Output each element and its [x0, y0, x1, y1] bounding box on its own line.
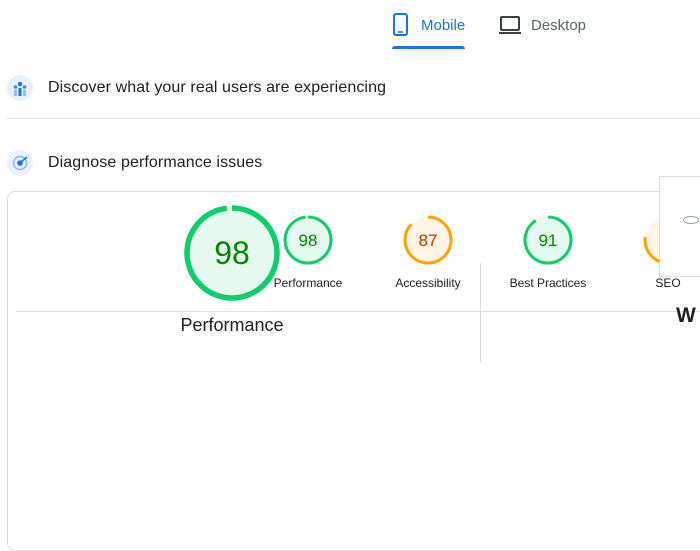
section-lab-data: Diagnose performance issues: [7, 150, 262, 176]
phone-icon: [393, 13, 408, 36]
tab-mobile[interactable]: Mobile: [390, 0, 466, 50]
users-chart-icon: [7, 75, 33, 101]
thumbnail-divider: [659, 276, 700, 277]
tab-mobile-label: Mobile: [421, 16, 466, 34]
score-label: Best Practices: [509, 276, 587, 290]
gauges-divider: [16, 311, 700, 312]
gauge-ring: 87: [403, 215, 453, 265]
page-screenshot-thumbnail[interactable]: [659, 176, 700, 277]
score-label: SEO: [655, 276, 681, 290]
main-performance-gauge: 98 Performance: [172, 203, 292, 336]
report-card: 98 Performance 87 Accessibility 91 Best …: [7, 191, 700, 551]
score-value: 98: [299, 231, 318, 250]
thumbnail-heading: W: [676, 304, 696, 327]
laptop-icon: [499, 16, 521, 34]
score-gauge-best-practices[interactable]: 91 Best Practices: [493, 214, 603, 290]
section-title: Diagnose performance issues: [48, 154, 263, 171]
gauge-ring: 91: [523, 215, 573, 265]
score-gauge-accessibility[interactable]: 87 Accessibility: [373, 214, 483, 290]
section-divider: [7, 118, 700, 119]
main-score-value: 98: [214, 235, 250, 271]
main-score-label: Performance: [180, 315, 284, 335]
tab-desktop-label: Desktop: [531, 16, 587, 34]
score-value: 87: [419, 231, 438, 250]
main-gauge-ring: 98: [184, 205, 280, 301]
tab-desktop[interactable]: Desktop: [498, 0, 593, 50]
section-field-data: Discover what your real users are experi…: [7, 75, 386, 101]
target-icon: [7, 150, 33, 176]
section-title: Discover what your real users are experi…: [48, 79, 387, 96]
score-value: 91: [539, 231, 558, 250]
metrics-separator: [480, 263, 481, 363]
score-label: Accessibility: [395, 276, 461, 290]
active-tab-indicator: [392, 46, 465, 49]
thumbnail-logo-shape: [683, 216, 699, 224]
